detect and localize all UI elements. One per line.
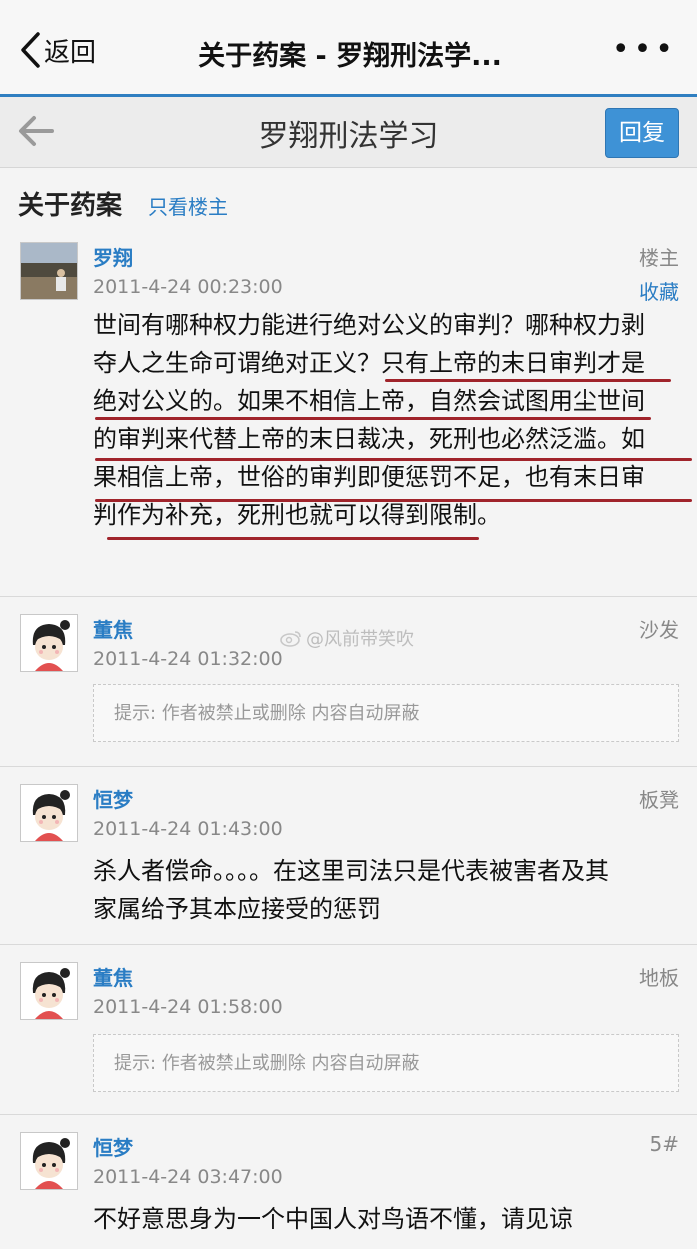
avatar[interactable]: [20, 614, 78, 672]
post-body: 杀人者偿命。。。。在这里司法只是代表被害者及其 家属给予其本应接受的惩罚: [93, 852, 683, 928]
avatar[interactable]: [20, 1132, 78, 1190]
thread-heading: 关于药案 只看楼主: [18, 185, 228, 222]
floor-label: 楼主: [639, 246, 679, 270]
avatar[interactable]: [20, 962, 78, 1020]
top-nav-bar: 返回 关于药案 - 罗翔刑法学... •••: [0, 0, 697, 97]
floor-label: 沙发: [639, 618, 679, 642]
blocked-notice: 提示: 作者被禁止或删除 内容自动屏蔽: [93, 684, 679, 742]
annotation-underline: [95, 499, 692, 502]
post-line: 杀人者偿命。。。。在这里司法只是代表被害者及其: [93, 857, 609, 885]
divider: [0, 766, 697, 767]
cartoon-girl-avatar-icon: [21, 785, 77, 841]
author-name[interactable]: 董焦: [93, 614, 133, 643]
blocked-notice: 提示: 作者被禁止或删除 内容自动屏蔽: [93, 1034, 679, 1092]
post-line: 夺人之生命可谓绝对正义？只有上帝的末日审判才是: [93, 349, 645, 377]
post-line: 世间有哪种权力能进行绝对公义的审判？哪种权力剥: [93, 311, 645, 339]
author-name[interactable]: 恒梦: [93, 1132, 133, 1161]
divider: [0, 596, 697, 597]
forum-header: 罗翔刑法学习 回复: [0, 97, 697, 168]
post-line: 不好意思身为一个中国人对鸟语不懂，请见谅: [93, 1205, 573, 1233]
watermark-text: @风前带笑吹: [306, 629, 414, 650]
back-button[interactable]: 返回: [18, 28, 96, 72]
post-line: 绝对公义的。如果不相信上帝，自然会试图用尘世间: [93, 387, 645, 415]
annotation-underline: [107, 537, 479, 540]
forum-title: 罗翔刑法学习: [258, 119, 439, 154]
floor-label: 地板: [639, 966, 679, 990]
floor-label: 5#: [649, 1132, 679, 1156]
chevron-left-icon: [21, 32, 40, 68]
annotation-underline: [95, 417, 651, 420]
post-time: 2011-4-24 03:47:00: [93, 1166, 283, 1188]
divider: [0, 944, 697, 945]
divider: [0, 1114, 697, 1115]
cartoon-girl-avatar-icon: [21, 963, 77, 1019]
only-op-link[interactable]: 只看楼主: [148, 191, 228, 220]
post-line: 的审判来代替上帝的末日裁决，死刑也必然泛滥。如: [93, 425, 645, 453]
photo-avatar-icon: [21, 243, 77, 299]
post-line: 家属给予其本应接受的惩罚: [93, 895, 381, 923]
back-label: 返回: [44, 37, 97, 68]
annotation-underline: [95, 458, 692, 461]
page-title: 关于药案 - 罗翔刑法学...: [198, 41, 502, 72]
more-options-icon[interactable]: •••: [612, 35, 677, 65]
post-time: 2011-4-24 01:32:00: [93, 648, 283, 670]
post-line: 果相信上帝，世俗的审判即便惩罚不足，也有末日审: [93, 463, 645, 491]
weibo-icon: [280, 631, 301, 647]
collect-link[interactable]: 收藏: [639, 276, 679, 305]
post-time: 2011-4-24 01:58:00: [93, 996, 283, 1018]
reply-button[interactable]: 回复: [605, 108, 679, 158]
post-time: 2011-4-24 01:43:00: [93, 818, 283, 840]
post-time: 2011-4-24 00:23:00: [93, 276, 283, 298]
author-name[interactable]: 罗翔: [93, 242, 133, 271]
cartoon-girl-avatar-icon: [21, 615, 77, 671]
avatar[interactable]: [20, 784, 78, 842]
cartoon-girl-avatar-icon: [21, 1133, 77, 1189]
avatar[interactable]: [20, 242, 78, 300]
author-name[interactable]: 董焦: [93, 962, 133, 991]
watermark: @风前带笑吹: [280, 625, 414, 651]
floor-label: 板凳: [639, 788, 679, 812]
thread-title: 关于药案: [18, 191, 123, 221]
annotation-underline: [385, 379, 671, 382]
post-body: 不好意思身为一个中国人对鸟语不懂，请见谅: [93, 1200, 683, 1238]
author-name[interactable]: 恒梦: [93, 784, 133, 813]
